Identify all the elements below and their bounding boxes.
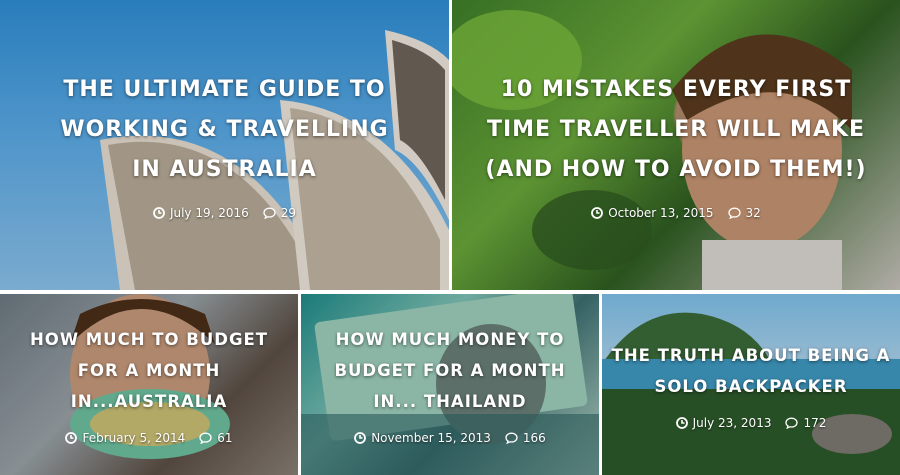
post-card-budget-australia[interactable]: HOW MUCH TO BUDGET FOR A MONTH IN...AUST… xyxy=(0,294,298,475)
post-comment-count[interactable]: 172 xyxy=(803,416,826,430)
post-meta: February 5, 2014 61 xyxy=(9,431,289,445)
post-date: July 23, 2013 xyxy=(692,415,772,430)
post-date: February 5, 2014 xyxy=(82,431,186,445)
comment-icon xyxy=(727,207,741,219)
post-comment-count[interactable]: 61 xyxy=(217,431,232,445)
post-comment-count[interactable]: 166 xyxy=(523,431,546,445)
comment-icon xyxy=(199,432,212,444)
post-comment-count[interactable]: 32 xyxy=(746,206,761,220)
post-card-solo-backpacker[interactable]: THE TRUTH ABOUT BEING A SOLO BACKPACKER … xyxy=(602,294,900,475)
post-title[interactable]: THE TRUTH ABOUT BEING A SOLO BACKPACKER xyxy=(611,340,891,402)
post-date: October 13, 2015 xyxy=(608,206,714,220)
clock-icon xyxy=(65,432,78,444)
post-title[interactable]: HOW MUCH MONEY TO BUDGET FOR A MONTH IN.… xyxy=(318,324,583,417)
post-title[interactable]: HOW MUCH TO BUDGET FOR A MONTH IN...AUST… xyxy=(9,324,289,417)
post-title[interactable]: 10 MISTAKES EVERY FIRST TIME TRAVELLER W… xyxy=(476,70,876,190)
comment-icon xyxy=(263,207,276,219)
post-meta: July 19, 2016 29 xyxy=(45,206,405,220)
clock-icon xyxy=(591,207,604,219)
comment-icon xyxy=(505,432,518,444)
post-title[interactable]: THE ULTIMATE GUIDE TO WORKING & TRAVELLI… xyxy=(45,70,405,190)
clock-icon xyxy=(354,432,367,444)
post-comment-count[interactable]: 29 xyxy=(281,206,296,220)
post-meta: July 23, 2013 172 xyxy=(611,416,891,430)
comment-icon xyxy=(785,417,799,429)
post-card-australia-guide[interactable]: THE ULTIMATE GUIDE TO WORKING & TRAVELLI… xyxy=(0,0,449,290)
post-meta: November 15, 2013 166 xyxy=(318,431,583,445)
post-card-first-time-mistakes[interactable]: 10 MISTAKES EVERY FIRST TIME TRAVELLER W… xyxy=(452,0,900,290)
post-card-budget-thailand[interactable]: HOW MUCH MONEY TO BUDGET FOR A MONTH IN.… xyxy=(301,294,599,475)
clock-icon xyxy=(675,416,688,429)
featured-posts-grid: THE ULTIMATE GUIDE TO WORKING & TRAVELLI… xyxy=(0,0,900,475)
post-date: July 19, 2016 xyxy=(169,206,249,220)
post-date: November 15, 2013 xyxy=(371,431,491,445)
clock-icon xyxy=(153,207,165,219)
post-meta: October 13, 2015 32 xyxy=(476,206,876,220)
